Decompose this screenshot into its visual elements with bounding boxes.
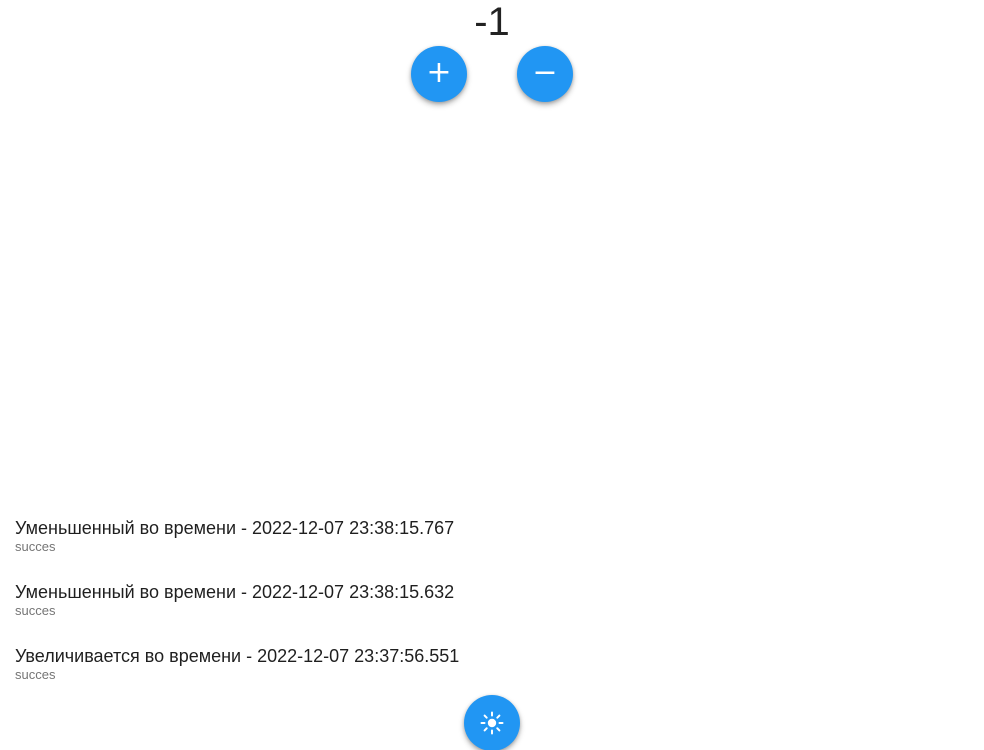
app-screen: -1 + − Уменьшенный во времени - 2022-12-… [0,0,984,750]
list-item: Увеличивается во времени - 2022-12-07 23… [15,645,715,709]
list-item-title: Уменьшенный во времени - 2022-12-07 23:3… [15,582,455,602]
list-item: Уменьшенный во времени - 2022-12-07 23:3… [15,517,715,581]
plus-icon: + [426,55,452,90]
counter-value: -1 [474,0,510,44]
list-item-title: Уменьшенный во времени - 2022-12-07 23:3… [15,518,455,538]
history-list: Уменьшенный во времени - 2022-12-07 23:3… [15,517,715,709]
list-item-title: Увеличивается во времени - 2022-12-07 23… [15,646,460,666]
theme-toggle-button[interactable] [464,695,520,750]
list-item-subtitle: succes [15,667,56,682]
minus-icon: − [532,55,558,90]
list-item-subtitle: succes [15,539,56,554]
list-item-subtitle: succes [15,603,56,618]
list-item: Уменьшенный во времени - 2022-12-07 23:3… [15,581,715,645]
decrement-button[interactable]: − [517,46,573,102]
sun-icon [480,711,504,735]
increment-button[interactable]: + [411,46,467,102]
